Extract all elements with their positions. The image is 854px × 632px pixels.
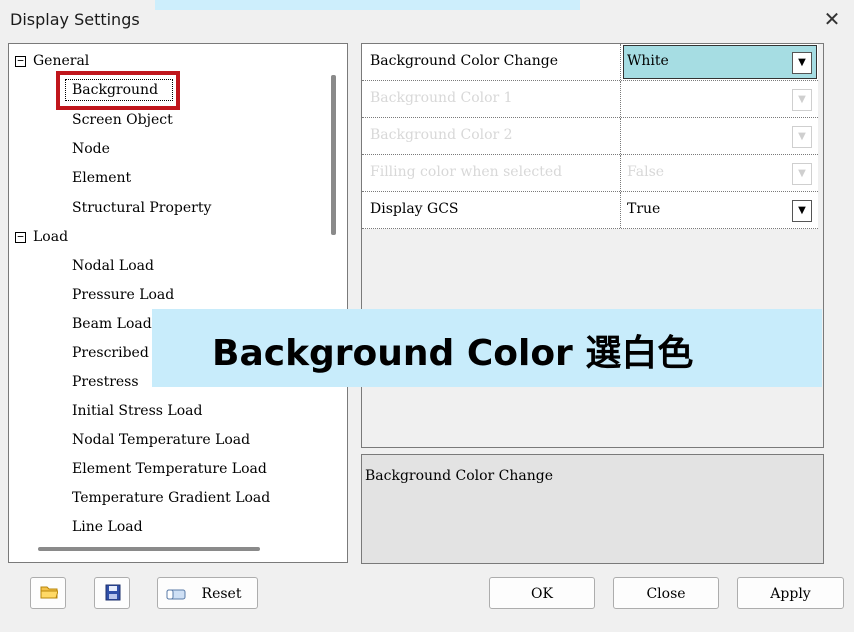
- property-name: Background Color 1: [370, 90, 513, 106]
- tree-item-screen-object[interactable]: Screen Object: [72, 110, 173, 130]
- caption-banner: Background Color 選白色: [152, 309, 822, 387]
- column-separator: [620, 44, 621, 80]
- tree-item-load[interactable]: Load: [33, 227, 68, 247]
- tree-item-nodal-load[interactable]: Nodal Load: [72, 256, 154, 276]
- description-text: Background Color Change: [365, 468, 554, 484]
- reset-button[interactable]: Reset: [157, 577, 258, 609]
- tree-item-line-load[interactable]: Line Load: [72, 517, 143, 537]
- property-value[interactable]: True: [627, 201, 660, 217]
- property-name: Background Color Change: [370, 53, 559, 69]
- tree-item-structural-property[interactable]: Structural Property: [72, 198, 211, 218]
- dropdown-arrow-icon[interactable]: ▼: [792, 200, 812, 222]
- column-separator: [620, 118, 621, 154]
- column-separator: [620, 155, 621, 191]
- ok-button[interactable]: OK: [489, 577, 595, 609]
- property-row-background-color-change[interactable]: Background Color Change White ▼: [362, 44, 818, 81]
- title-bar: Display Settings ✕: [0, 0, 854, 40]
- tree-item-element-temperature-load[interactable]: Element Temperature Load: [72, 459, 267, 479]
- property-grid: Background Color Change White ▼ Backgrou…: [361, 43, 824, 448]
- background-highlight-frame: [56, 71, 180, 110]
- property-row-display-gcs[interactable]: Display GCS True ▼: [362, 192, 818, 229]
- settings-tree[interactable]: − General Background Screen Object Node …: [8, 43, 348, 563]
- property-row-background-color-1[interactable]: Background Color 1 ▼: [362, 81, 818, 118]
- dropdown-arrow-icon: ▼: [792, 163, 812, 185]
- property-row-filling-color[interactable]: Filling color when selected False ▼: [362, 155, 818, 192]
- tree-item-element[interactable]: Element: [72, 168, 131, 188]
- save-button[interactable]: [94, 577, 130, 609]
- property-name: Filling color when selected: [370, 164, 563, 180]
- tree-item-node[interactable]: Node: [72, 139, 110, 159]
- apply-label: Apply: [770, 586, 811, 602]
- close-label: Close: [646, 586, 686, 602]
- folder-open-icon: [40, 586, 58, 599]
- eraser-icon: [166, 589, 186, 600]
- title-highlight-band: [155, 0, 580, 10]
- tree-vertical-scrollbar[interactable]: [331, 75, 336, 235]
- dropdown-arrow-icon: ▼: [792, 126, 812, 148]
- close-button[interactable]: Close: [613, 577, 719, 609]
- tree-item-prestress[interactable]: Prestress: [72, 372, 139, 392]
- open-button[interactable]: [30, 577, 66, 609]
- collapse-general-toggle[interactable]: −: [15, 55, 26, 67]
- close-window-button[interactable]: ✕: [818, 4, 846, 34]
- tree-item-nodal-temperature-load[interactable]: Nodal Temperature Load: [72, 430, 250, 450]
- tree-item-beam-load[interactable]: Beam Load: [72, 314, 152, 334]
- column-separator: [620, 192, 621, 228]
- tree-item-general[interactable]: General: [33, 51, 89, 71]
- save-disk-icon: [105, 584, 121, 601]
- property-name: Background Color 2: [370, 127, 513, 143]
- dropdown-arrow-icon: ▼: [792, 89, 812, 111]
- property-row-background-color-2[interactable]: Background Color 2 ▼: [362, 118, 818, 155]
- tree-item-initial-stress-load[interactable]: Initial Stress Load: [72, 401, 202, 421]
- apply-button[interactable]: Apply: [737, 577, 844, 609]
- tree-horizontal-scrollbar[interactable]: [38, 547, 260, 551]
- ok-label: OK: [531, 586, 553, 602]
- dropdown-arrow-icon[interactable]: ▼: [792, 52, 812, 74]
- collapse-load-toggle[interactable]: −: [15, 231, 26, 243]
- caption-text: Background Color 選白色: [212, 333, 694, 374]
- tree-item-temperature-gradient-load[interactable]: Temperature Gradient Load: [72, 488, 270, 508]
- property-value: False: [627, 164, 665, 180]
- tree-item-pressure-load[interactable]: Pressure Load: [72, 285, 174, 305]
- description-panel: Background Color Change: [361, 454, 824, 564]
- property-name: Display GCS: [370, 201, 459, 217]
- column-separator: [620, 81, 621, 117]
- property-value[interactable]: White: [627, 53, 669, 69]
- window-title: Display Settings: [10, 10, 140, 29]
